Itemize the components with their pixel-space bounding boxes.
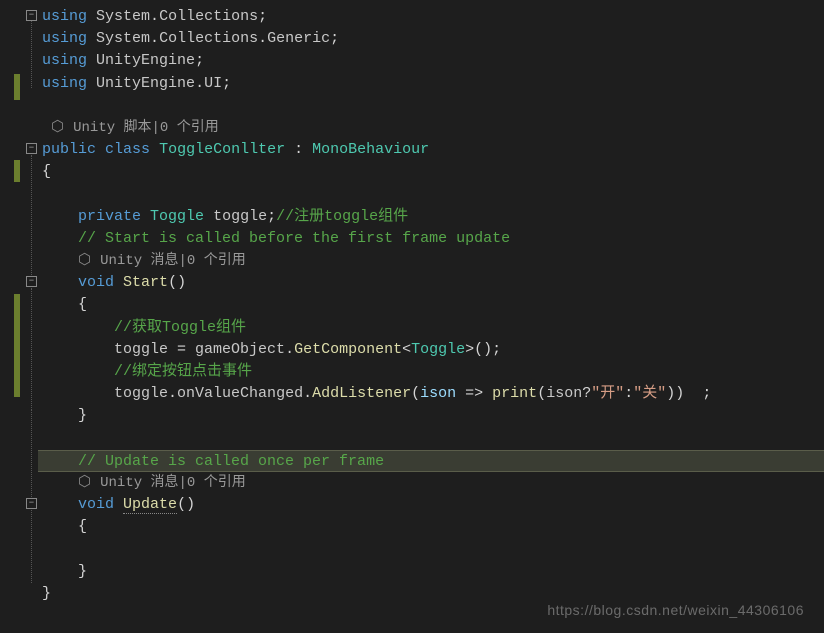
fold-toggle[interactable]: − (26, 10, 37, 21)
current-line: // Update is called once per frame (38, 450, 824, 472)
code-line: private Toggle toggle;//注册toggle组件 (38, 206, 824, 228)
fold-guide (31, 21, 32, 88)
codelens[interactable]: ⬡ Unity 消息|0 个引用 (38, 250, 824, 272)
change-marker (14, 294, 20, 397)
unity-icon: ⬡ (51, 119, 73, 136)
code-line: toggle = gameObject.GetComponent<Toggle>… (38, 339, 824, 361)
code-line: using UnityEngine.UI; (38, 73, 824, 95)
code-line (38, 539, 824, 561)
code-line: using UnityEngine; (38, 50, 824, 72)
code-line: // Start is called before the first fram… (38, 228, 824, 250)
code-line: } (38, 561, 824, 583)
fold-guide (31, 409, 32, 497)
code-line: //获取Toggle组件 (38, 317, 824, 339)
code-line: { (38, 294, 824, 316)
code-line: toggle.onValueChanged.AddListener(ison =… (38, 383, 824, 405)
fold-guide (31, 155, 32, 275)
code-line (38, 428, 824, 450)
code-area[interactable]: using System.Collections; using System.C… (38, 0, 824, 633)
fold-toggle[interactable]: − (26, 498, 37, 509)
code-line: void Update() (38, 494, 824, 516)
code-line: public class ToggleConllter : MonoBehavi… (38, 139, 824, 161)
gutter: − − − − (0, 0, 38, 633)
watermark: https://blog.csdn.net/weixin_44306106 (547, 602, 804, 618)
fold-toggle[interactable]: − (26, 143, 37, 154)
change-marker (14, 160, 20, 182)
change-marker (14, 74, 20, 100)
code-line (38, 184, 824, 206)
codelens[interactable]: ⬡ Unity 消息|0 个引用 (38, 472, 824, 494)
fold-guide (31, 510, 32, 583)
fold-toggle[interactable]: − (26, 276, 37, 287)
code-line (38, 95, 824, 117)
code-line: using System.Collections.Generic; (38, 28, 824, 50)
code-line: { (38, 516, 824, 538)
codelens[interactable]: ⬡ Unity 脚本|0 个引用 (38, 117, 824, 139)
code-line: //绑定按钮点击事件 (38, 361, 824, 383)
code-line: using System.Collections; (38, 6, 824, 28)
code-editor: − − − − using System.Collections; using … (0, 0, 824, 633)
code-line: { (38, 161, 824, 183)
code-line: void Start() (38, 272, 824, 294)
fold-guide (31, 288, 32, 408)
unity-icon: ⬡ (78, 474, 100, 491)
code-line: } (38, 405, 824, 427)
unity-icon: ⬡ (78, 252, 100, 269)
